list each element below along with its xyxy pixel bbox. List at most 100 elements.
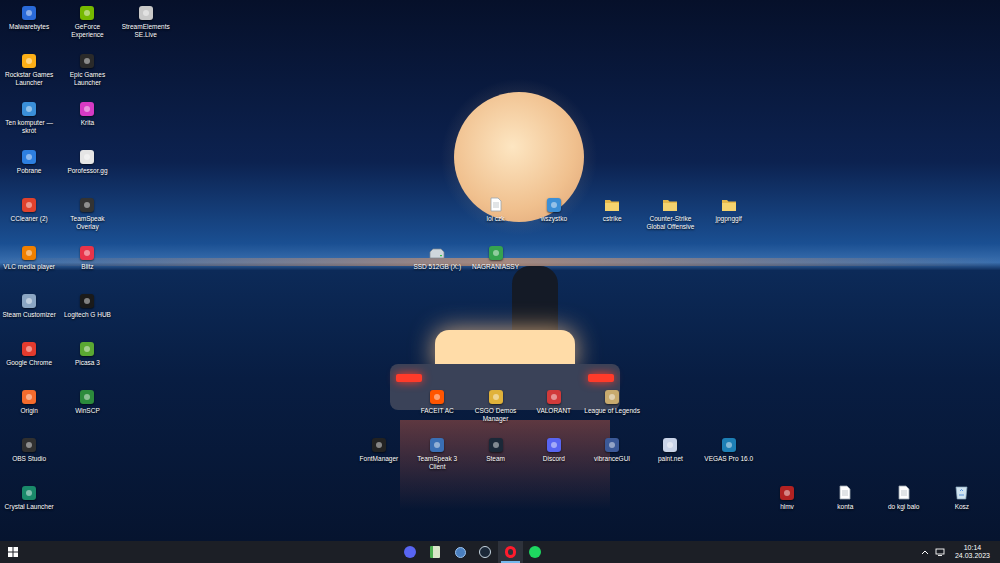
desktop-icon[interactable]: lol czk bbox=[466, 195, 524, 243]
desktop-icon[interactable]: Origin bbox=[0, 387, 58, 435]
desktop-icon-label: Steam bbox=[486, 455, 505, 463]
desktop-icon[interactable]: League of Legends bbox=[583, 387, 641, 435]
desktop-icon[interactable]: cstrike bbox=[583, 195, 641, 243]
desktop-icon-label: Crystal Launcher bbox=[5, 503, 54, 511]
drop-icon bbox=[455, 547, 466, 558]
desktop-icon[interactable]: GeForce Experience bbox=[58, 3, 116, 51]
desktop-icon[interactable]: Porofessor.gg bbox=[58, 147, 116, 195]
app-icon bbox=[489, 246, 503, 260]
desktop-icon-label: wszystko bbox=[541, 215, 567, 223]
app-icon bbox=[139, 6, 153, 20]
desktop-icon[interactable]: Crystal Launcher bbox=[0, 483, 58, 531]
taskbar-app[interactable] bbox=[398, 541, 423, 563]
desktop-icon[interactable]: Steam bbox=[466, 435, 524, 483]
desktop-icon-label: SSD 512GB (X:) bbox=[413, 263, 461, 271]
desktop-icon-label: FontManager bbox=[360, 455, 399, 463]
app-icon bbox=[430, 438, 444, 452]
moon bbox=[454, 92, 584, 222]
desktop-icon[interactable]: Counter-Strike Global Offensive bbox=[641, 195, 699, 243]
notepad-icon bbox=[430, 546, 440, 558]
app-icon bbox=[80, 198, 94, 212]
desktop-icon[interactable]: SSD 512GB (X:) bbox=[408, 243, 466, 291]
desktop-icon-label: Porofessor.gg bbox=[67, 167, 107, 175]
desktop-icon[interactable]: Steam Customizer bbox=[0, 291, 58, 339]
start-button[interactable] bbox=[0, 541, 25, 563]
taskbar-app[interactable] bbox=[423, 541, 448, 563]
desktop-icon[interactable]: Discord bbox=[525, 435, 583, 483]
folder-icon bbox=[604, 198, 620, 212]
desktop-icon[interactable]: VLC media player bbox=[0, 243, 58, 291]
desktop-icon[interactable]: Kosz bbox=[933, 483, 991, 531]
discord-icon bbox=[404, 546, 416, 558]
desktop-icon-label: CSGO Demos Manager bbox=[468, 407, 524, 423]
desktop-icon[interactable]: do kgi balo bbox=[874, 483, 932, 531]
desktop-icon[interactable]: wszystko bbox=[525, 195, 583, 243]
desktop-icon-label: do kgi balo bbox=[888, 503, 919, 511]
desktop-icon[interactable]: StreamElements SE.Live bbox=[117, 3, 175, 51]
app-icon bbox=[547, 438, 561, 452]
file-icon bbox=[839, 485, 851, 500]
desktop-icon[interactable]: TeamSpeak Overlay bbox=[58, 195, 116, 243]
desktop-icon[interactable]: Malwarebytes bbox=[0, 3, 58, 51]
app-icon bbox=[22, 486, 36, 500]
desktop-icon-label: Discord bbox=[543, 455, 565, 463]
desktop-icon[interactable]: Picasa 3 bbox=[58, 339, 116, 387]
clock[interactable]: 10:1424.03.2023 bbox=[951, 544, 994, 561]
desktop-icon-label: Malwarebytes bbox=[9, 23, 49, 31]
system-tray: 10:1424.03.2023 bbox=[921, 544, 1000, 561]
app-icon bbox=[22, 438, 36, 452]
desktop-icon[interactable]: FontManager bbox=[350, 435, 408, 483]
app-icon bbox=[22, 198, 36, 212]
desktop-icon-label: CCleaner (2) bbox=[11, 215, 48, 223]
desktop-icon-label: Google Chrome bbox=[6, 359, 52, 367]
desktop-icon[interactable]: Ten komputer — skrót bbox=[0, 99, 58, 147]
desktop-icon-label: League of Legends bbox=[584, 407, 640, 415]
desktop-icon-label: VEGAS Pro 16.0 bbox=[704, 455, 753, 463]
desktop-icon[interactable]: CSGO Demos Manager bbox=[466, 387, 524, 435]
desktop-icon[interactable]: Epic Games Launcher bbox=[58, 51, 116, 99]
desktop-icon[interactable]: TeamSpeak 3 Client bbox=[408, 435, 466, 483]
desktop-icon[interactable]: FACEIT AC bbox=[408, 387, 466, 435]
taskbar-app[interactable] bbox=[498, 541, 523, 563]
desktop-icon-label: GeForce Experience bbox=[59, 23, 115, 39]
app-icon bbox=[605, 390, 619, 404]
desktop-icon[interactable]: paint.net bbox=[641, 435, 699, 483]
desktop-icon-label: jpgpnggif bbox=[716, 215, 742, 223]
desktop-icons: Malwarebytes Rockstar Games Launcher Ten k… bbox=[0, 0, 1000, 531]
desktop-icon-label: Rockstar Games Launcher bbox=[1, 71, 57, 87]
chevron-up-icon[interactable] bbox=[921, 549, 929, 555]
desktop-icon[interactable]: Blitz bbox=[58, 243, 116, 291]
app-icon bbox=[22, 390, 36, 404]
taskbar-app[interactable] bbox=[523, 541, 548, 563]
desktop-icon[interactable]: hlmv bbox=[758, 483, 816, 531]
desktop-icon-label: Logitech G HUB bbox=[64, 311, 111, 319]
desktop-icon[interactable]: WinSCP bbox=[58, 387, 116, 435]
app-icon bbox=[663, 438, 677, 452]
app-icon bbox=[547, 198, 561, 212]
desktop-icon[interactable]: VALORANT bbox=[525, 387, 583, 435]
spotify-icon bbox=[529, 546, 541, 558]
desktop-icon-label: Picasa 3 bbox=[75, 359, 100, 367]
desktop-icon[interactable]: CCleaner (2) bbox=[0, 195, 58, 243]
desktop-icon[interactable]: Logitech G HUB bbox=[58, 291, 116, 339]
desktop-icon[interactable]: konta bbox=[816, 483, 874, 531]
desktop-icon[interactable]: Google Chrome bbox=[0, 339, 58, 387]
desktop-icon[interactable]: jpgpnggif bbox=[700, 195, 758, 243]
taskbar-app[interactable] bbox=[473, 541, 498, 563]
app-icon bbox=[22, 342, 36, 356]
desktop-icon[interactable]: Pobrane bbox=[0, 147, 58, 195]
network-icon[interactable] bbox=[935, 548, 945, 556]
desktop-icon[interactable]: NAGRANIASSY bbox=[466, 243, 524, 291]
taskbar-app[interactable] bbox=[448, 541, 473, 563]
file-icon bbox=[898, 485, 910, 500]
app-icon bbox=[605, 438, 619, 452]
app-icon bbox=[430, 390, 444, 404]
desktop-icon[interactable]: vibranceGUI bbox=[583, 435, 641, 483]
desktop-icon-label: NAGRANIASSY bbox=[472, 263, 519, 271]
desktop-icon[interactable]: VEGAS Pro 16.0 bbox=[700, 435, 758, 483]
desktop-icon[interactable]: Rockstar Games Launcher bbox=[0, 51, 58, 99]
app-icon bbox=[80, 294, 94, 308]
desktop-icon[interactable]: OBS Studio bbox=[0, 435, 58, 483]
clock-time: 10:14 bbox=[964, 544, 982, 553]
desktop-icon[interactable]: Krita bbox=[58, 99, 116, 147]
